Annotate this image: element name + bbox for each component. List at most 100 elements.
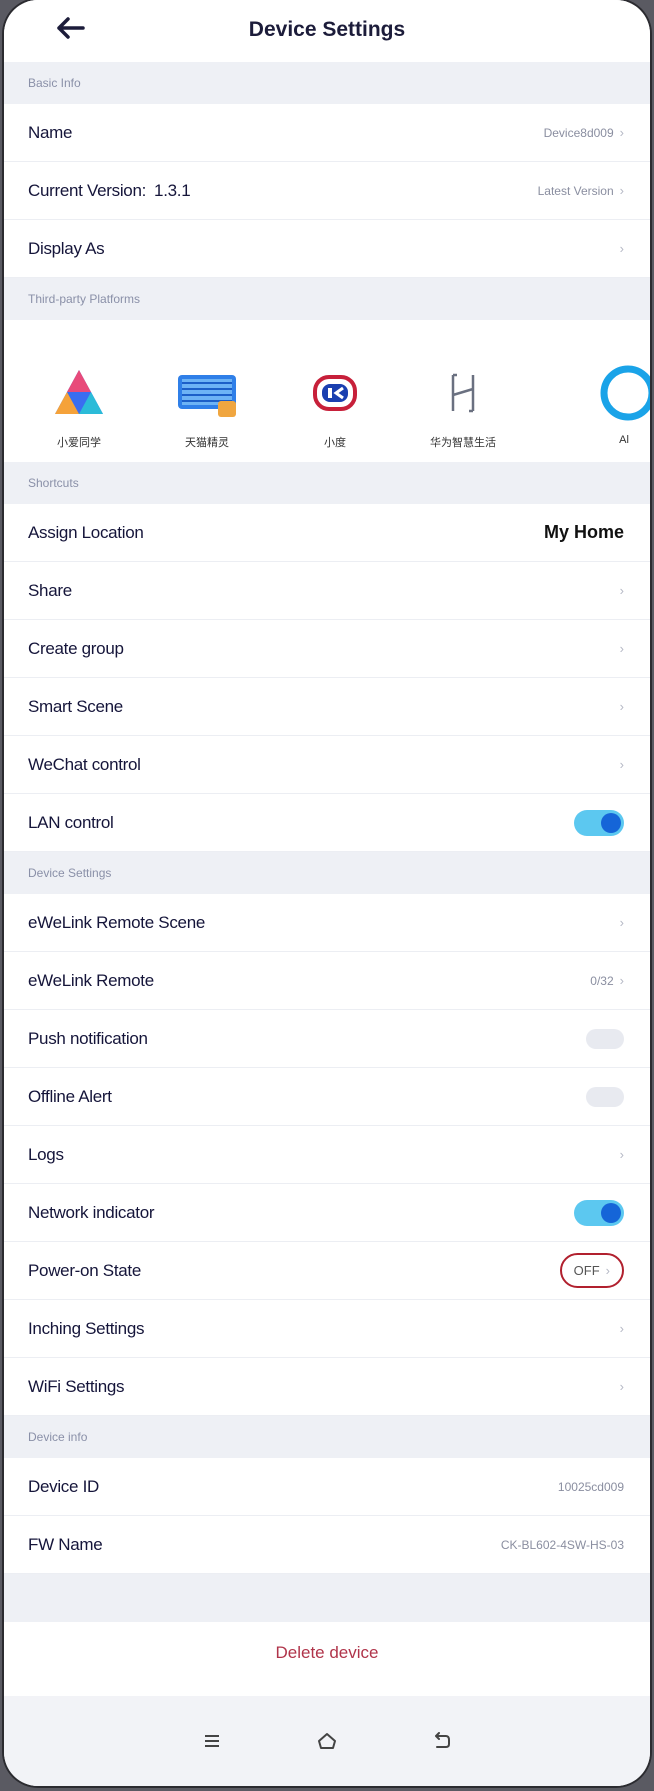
phone-screen: Device Settings Basic Info Name Device8d… — [4, 0, 650, 1786]
inching-settings-label: Inching Settings — [28, 1318, 145, 1338]
platform-label: Al — [619, 434, 629, 446]
chevron-right-icon: › — [619, 973, 624, 988]
section-device-info: Device info — [4, 1416, 650, 1458]
section-shortcuts: Shortcuts — [4, 462, 650, 504]
platform-label: 华为智慧生活 — [430, 437, 496, 449]
menu-icon — [204, 1735, 219, 1747]
platform-tmall-genie[interactable]: 天猫精灵 — [152, 362, 262, 450]
chevron-right-icon: › — [605, 1263, 610, 1278]
nav-back-button[interactable] — [422, 1721, 462, 1761]
wifi-settings-label: WiFi Settings — [28, 1376, 125, 1396]
share-label: Share — [28, 580, 72, 600]
name-label: Name — [28, 122, 73, 142]
offline-alert-label: Offline Alert — [28, 1086, 112, 1106]
platform-xiaodu[interactable]: 小度 — [280, 362, 390, 450]
create-group-row[interactable]: Create group › — [4, 620, 650, 678]
push-notification-toggle[interactable] — [586, 1028, 624, 1049]
chevron-right-icon: › — [619, 641, 624, 656]
xiaodu-icon — [313, 375, 357, 411]
display-as-label: Display As — [28, 238, 105, 258]
chevron-right-icon: › — [619, 699, 624, 714]
assign-location-value: My Home — [543, 522, 624, 542]
wechat-control-row[interactable]: WeChat control › — [4, 736, 650, 794]
platform-list: 小爱同学 天猫精灵 小度 华为智慧生活 Al — [4, 320, 650, 462]
latest-version-value: Latest Version — [537, 183, 614, 198]
xiaoai-icon — [55, 370, 103, 414]
current-version-row[interactable]: Current Version: 1.3.1 Latest Version › — [4, 162, 650, 220]
nav-home-button[interactable] — [307, 1721, 347, 1761]
chevron-right-icon: › — [619, 1321, 624, 1336]
power-on-state-value[interactable]: OFF › — [559, 1253, 624, 1288]
name-row[interactable]: Name Device8d009 › — [4, 104, 650, 162]
push-notification-row: Push notification — [4, 1010, 650, 1068]
platform-label: 天猫精灵 — [185, 437, 229, 449]
create-group-label: Create group — [28, 638, 124, 658]
spacer — [4, 1574, 650, 1622]
share-row[interactable]: Share › — [4, 562, 650, 620]
chevron-right-icon: › — [619, 183, 624, 198]
delete-device-button[interactable]: Delete device — [4, 1622, 650, 1684]
tmall-genie-icon — [178, 375, 236, 417]
remote-row[interactable]: eWeLink Remote 0/32 › — [4, 952, 650, 1010]
assign-location-row[interactable]: Assign Location My Home — [4, 504, 650, 562]
logs-row[interactable]: Logs › — [4, 1126, 650, 1184]
header: Device Settings — [4, 0, 650, 62]
remote-label: eWeLink Remote — [28, 970, 154, 990]
nav-menu-button[interactable] — [192, 1721, 232, 1761]
inching-settings-row[interactable]: Inching Settings › — [4, 1300, 650, 1358]
wechat-control-label: WeChat control — [28, 754, 141, 774]
huawei-smart-life-icon — [451, 373, 475, 413]
platform-label: 小度 — [324, 437, 346, 449]
logs-label: Logs — [28, 1144, 64, 1164]
remote-count: 0/32 — [590, 973, 614, 988]
alexa-icon — [600, 365, 650, 421]
lan-control-toggle[interactable] — [574, 809, 624, 836]
fw-name-value: CK-BL602-4SW-HS-03 — [500, 1537, 624, 1552]
smart-scene-row[interactable]: Smart Scene › — [4, 678, 650, 736]
name-value: Device8d009 — [543, 125, 614, 140]
fw-name-row: FW Name CK-BL602-4SW-HS-03 — [4, 1516, 650, 1574]
lan-control-row: LAN control — [4, 794, 650, 852]
page-title: Device Settings — [248, 18, 406, 41]
chevron-right-icon: › — [619, 125, 624, 140]
chevron-right-icon: › — [619, 915, 624, 930]
lan-control-label: LAN control — [28, 812, 114, 832]
current-version-number: 1.3.1 — [154, 180, 191, 200]
section-third-party: Third-party Platforms — [4, 278, 650, 320]
platform-xiaoai[interactable]: 小爱同学 — [24, 362, 134, 450]
remote-scene-row[interactable]: eWeLink Remote Scene › — [4, 894, 650, 952]
power-on-state-row[interactable]: Power-on State OFF › — [4, 1242, 650, 1300]
wifi-settings-row[interactable]: WiFi Settings › — [4, 1358, 650, 1416]
chevron-right-icon: › — [619, 583, 624, 598]
network-indicator-label: Network indicator — [28, 1202, 155, 1222]
device-id-value: 10025cd009 — [557, 1479, 624, 1494]
remote-scene-label: eWeLink Remote Scene — [28, 912, 206, 932]
network-indicator-toggle[interactable] — [574, 1199, 624, 1226]
offline-alert-toggle[interactable] — [586, 1086, 624, 1107]
current-version-label: Current Version: — [28, 180, 147, 200]
chevron-right-icon: › — [619, 241, 624, 256]
power-on-state-label: Power-on State — [28, 1260, 141, 1280]
platform-huawei[interactable]: 华为智慧生活 — [408, 362, 518, 450]
fw-name-label: FW Name — [28, 1534, 103, 1554]
device-id-label: Device ID — [28, 1476, 99, 1496]
display-as-row[interactable]: Display As › — [4, 220, 650, 278]
smart-scene-label: Smart Scene — [28, 696, 123, 716]
chevron-right-icon: › — [619, 757, 624, 772]
assign-location-label: Assign Location — [28, 522, 144, 542]
platform-label: 小爱同学 — [57, 437, 101, 449]
section-basic-info: Basic Info — [4, 62, 650, 104]
power-on-state-text: OFF — [573, 1263, 600, 1278]
offline-alert-row: Offline Alert — [4, 1068, 650, 1126]
platform-alexa[interactable]: Al — [584, 362, 650, 446]
chevron-right-icon: › — [619, 1379, 624, 1394]
home-icon — [317, 1733, 336, 1749]
push-notification-label: Push notification — [28, 1028, 148, 1048]
return-icon — [435, 1732, 451, 1748]
device-id-row: Device ID 10025cd009 — [4, 1458, 650, 1516]
delete-device-label: Delete device — [275, 1643, 379, 1662]
network-indicator-row: Network indicator — [4, 1184, 650, 1242]
section-device-settings: Device Settings — [4, 852, 650, 894]
chevron-right-icon: › — [619, 1147, 624, 1162]
system-nav-bar — [4, 1696, 650, 1786]
